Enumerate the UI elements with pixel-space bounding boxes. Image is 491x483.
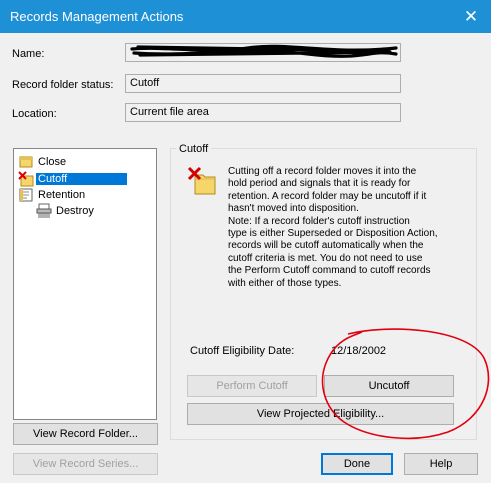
tree-item-close[interactable]: Close (18, 154, 66, 170)
record-folder-status-field: Cutoff (125, 74, 401, 93)
help-button[interactable]: Help (404, 453, 478, 475)
close-action-icon (18, 154, 34, 170)
tree-item-label: Close (38, 156, 67, 168)
window-title: Records Management Actions (10, 9, 184, 24)
action-tree[interactable]: Close Cutoff Retention Destroy (13, 148, 157, 420)
perform-cutoff-button[interactable]: Perform Cutoff (187, 375, 317, 397)
cutoff-description: Cutting off a record folder moves it int… (228, 166, 438, 289)
close-icon[interactable]: ✕ (451, 0, 491, 33)
cutoff-group-title: Cutoff (176, 143, 212, 155)
retention-icon (18, 187, 34, 203)
cutoff-icon (18, 171, 34, 187)
cutoff-eligibility-label: Cutoff Eligibility Date: (190, 345, 295, 357)
done-button[interactable]: Done (321, 453, 393, 475)
view-record-series-button[interactable]: View Record Series... (13, 453, 158, 475)
cutoff-folder-icon (187, 166, 217, 196)
uncutoff-button[interactable]: Uncutoff (324, 375, 454, 397)
location-label: Location: (12, 108, 57, 120)
location-field: Current file area (125, 103, 401, 122)
cutoff-eligibility-date: 12/18/2002 (331, 345, 387, 357)
tree-item-retention[interactable]: Retention (18, 187, 85, 203)
tree-item-cutoff[interactable]: Cutoff (18, 171, 128, 187)
redaction-scribble (130, 44, 398, 58)
tree-item-label: Destroy (56, 205, 94, 217)
tree-item-label: Retention (38, 189, 86, 201)
record-folder-status-label: Record folder status: (12, 79, 114, 91)
title-bar: Records Management Actions ✕ (0, 0, 491, 33)
view-projected-eligibility-button[interactable]: View Projected Eligibility... (187, 403, 454, 425)
tree-item-label: Cutoff (36, 173, 128, 185)
tree-item-destroy[interactable]: Destroy (36, 203, 94, 219)
name-label: Name: (12, 48, 45, 60)
shredder-icon (36, 203, 52, 219)
view-record-folder-button[interactable]: View Record Folder... (13, 423, 158, 445)
